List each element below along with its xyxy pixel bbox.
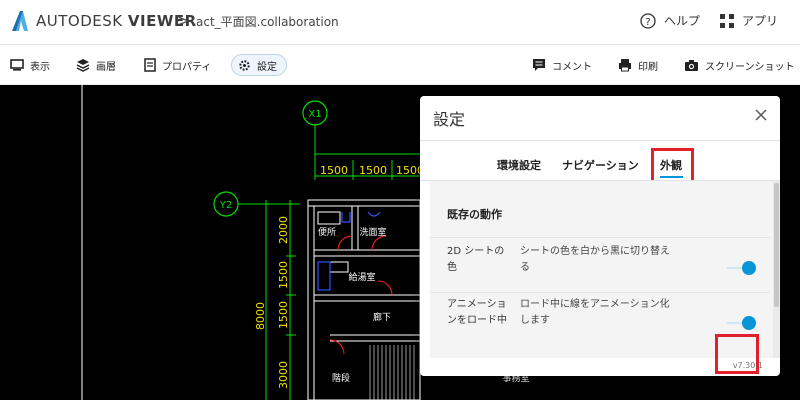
- print-button[interactable]: 印刷: [612, 54, 664, 76]
- file-name: act_平面図.collaboration: [196, 15, 339, 29]
- panel-divider: [420, 140, 780, 141]
- print-label: 印刷: [638, 61, 658, 73]
- gear-icon: [239, 59, 250, 71]
- apps-button[interactable]: アプリ: [720, 12, 778, 29]
- section-title: 既存の動作: [447, 208, 502, 221]
- axis-x1-label: X1: [308, 109, 321, 120]
- dim-left-2: 1500: [277, 261, 290, 289]
- settings-button[interactable]: 設定: [231, 54, 287, 76]
- setting-desc-load-animation: ロード中に線をアニメーション化します: [520, 299, 670, 326]
- version-label: v7.30.1: [732, 361, 763, 370]
- layers-icon: [76, 59, 90, 72]
- layers-label: 画層: [96, 61, 116, 73]
- help-label: ヘルプ: [664, 14, 701, 28]
- row-divider: [430, 292, 770, 293]
- help-icon: ?: [640, 12, 656, 29]
- panel-title: 設定: [433, 110, 466, 129]
- apps-grid-icon: [720, 13, 734, 28]
- axis-y2-label: Y2: [219, 200, 232, 211]
- toggle-load-animation[interactable]: [727, 315, 757, 331]
- properties-icon: [144, 58, 156, 72]
- app-header: AUTODESK VIEWER > act_平面図.collaboration …: [0, 0, 800, 44]
- setting-name-2d-sheet-color: 2D シートの色: [447, 246, 505, 273]
- settings-label: 設定: [257, 61, 277, 73]
- tab-navigation[interactable]: ナビゲーション: [562, 157, 639, 173]
- apps-label: アプリ: [742, 14, 779, 28]
- properties-button[interactable]: プロパティ: [138, 54, 217, 76]
- toggle-2d-sheet-color[interactable]: [727, 260, 757, 276]
- comment-button[interactable]: コメント: [526, 54, 598, 76]
- brand-name[interactable]: AUTODESK VIEWER: [36, 12, 197, 30]
- dim-top-1: 1500: [320, 164, 348, 177]
- toggle-knob: [742, 261, 756, 275]
- row-divider: [430, 237, 770, 238]
- tab-highlight-box: [651, 148, 694, 183]
- printer-icon: [619, 59, 631, 72]
- settings-panel: 設定 環境設定 ナビゲーション 外観 既存の動作 2D シートの色 シートの色を…: [420, 96, 780, 376]
- dim-left-3: 1500: [277, 301, 290, 329]
- dim-left-4: 3000: [277, 361, 290, 389]
- camera-icon: [685, 59, 698, 71]
- autodesk-logo-icon[interactable]: [10, 10, 30, 32]
- setting-name-load-animation: アニメーションをロード中: [447, 299, 507, 326]
- room-stairs: 階段: [332, 372, 350, 384]
- room-water-heater: 給湯室: [348, 271, 375, 283]
- comment-icon: [533, 59, 545, 71]
- view-button[interactable]: 表示: [4, 54, 56, 76]
- properties-label: プロパティ: [162, 61, 212, 73]
- view-label: 表示: [30, 61, 50, 73]
- layers-button[interactable]: 画層: [70, 54, 122, 76]
- help-button[interactable]: ? ヘルプ: [640, 12, 700, 29]
- dim-top-2: 1500: [359, 164, 387, 177]
- close-icon[interactable]: [754, 108, 768, 122]
- room-corridor: 廊下: [373, 311, 391, 323]
- dim-left-1: 2000: [277, 216, 290, 244]
- brand-light: AUTODESK: [36, 12, 123, 30]
- screenshot-button[interactable]: スクリーンショット: [678, 54, 800, 76]
- settings-content: 既存の動作 2D シートの色 シートの色を白から黒に切り替える アニメーションを…: [430, 181, 780, 358]
- svg-text:?: ?: [645, 17, 650, 28]
- setting-desc-2d-sheet-color: シートの色を白から黒に切り替える: [520, 246, 670, 273]
- breadcrumb-separator: >: [177, 11, 191, 30]
- toolbar: 表示 画層 プロパティ 設定 コメント 印刷 スクリーンショット: [0, 44, 800, 84]
- toggle-knob: [742, 316, 756, 330]
- tab-preferences[interactable]: 環境設定: [497, 157, 541, 173]
- dim-left-total: 8000: [254, 302, 267, 330]
- scrollbar[interactable]: [773, 181, 780, 358]
- room-washroom: 洗面室: [359, 226, 386, 238]
- comment-label: コメント: [552, 61, 592, 73]
- screenshot-label: スクリーンショット: [705, 61, 795, 73]
- monitor-icon: [10, 59, 24, 71]
- scrollbar-thumb[interactable]: [774, 183, 779, 307]
- room-toilet: 便所: [318, 226, 336, 238]
